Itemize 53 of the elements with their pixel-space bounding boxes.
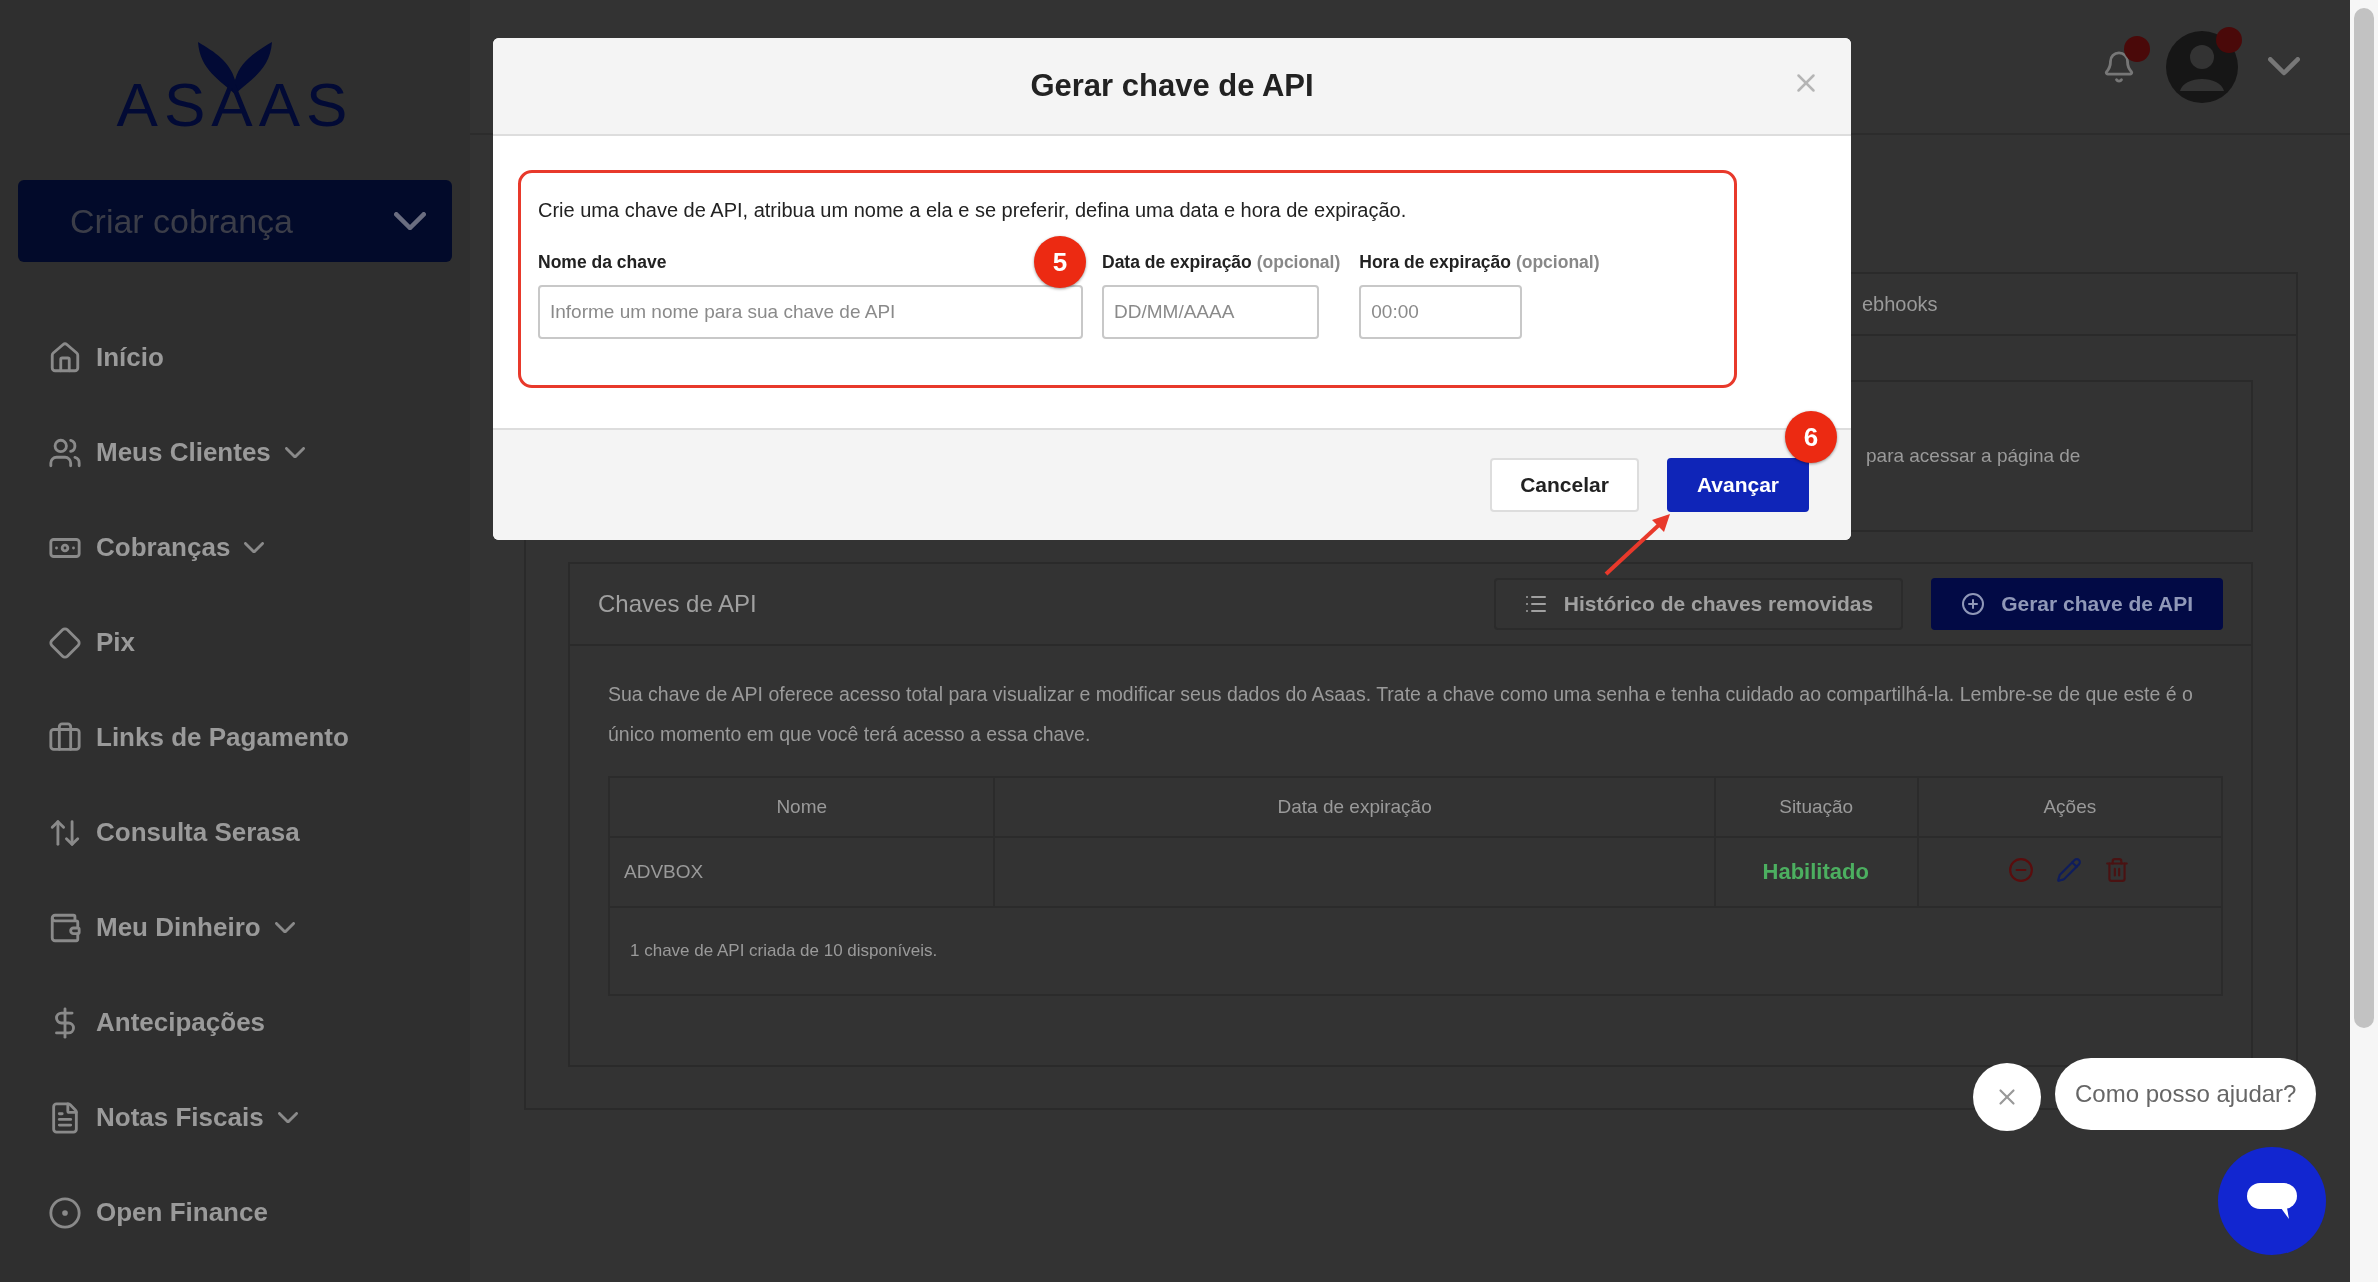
menu-item[interactable]: Consulta Serasa — [96, 817, 300, 848]
chevron-down-icon — [394, 211, 426, 231]
menu-item[interactable]: Início — [96, 342, 164, 373]
input-field[interactable]: DD/MM/AAAA — [1102, 285, 1319, 339]
edit-icon[interactable] — [2056, 856, 2083, 883]
table-cell: ADVBOX — [609, 837, 995, 907]
input-field[interactable]: Informe um nome para sua chave de API — [538, 285, 1083, 339]
avatar-icon[interactable] — [2166, 30, 2238, 103]
chevron-down-icon[interactable] — [2268, 57, 2300, 76]
menu-item-icon — [48, 625, 82, 660]
plus-icon — [1961, 592, 1986, 616]
column-header: Data de expiração — [994, 777, 1715, 837]
notification-dot — [2124, 35, 2150, 62]
chevron-down-icon — [284, 446, 305, 459]
field-label: Hora de expiração (opcional) — [1359, 252, 1600, 273]
trash-icon[interactable] — [2104, 856, 2131, 883]
cancel-button[interactable]: Cancelar — [1490, 458, 1639, 512]
card-title: Chaves de API — [598, 590, 758, 618]
column-header: Ações — [1917, 777, 2222, 837]
notice-text: para acessar a página de — [1866, 445, 2081, 467]
chat-bubble-icon — [2245, 1181, 2299, 1221]
notification-dot — [2216, 26, 2242, 53]
menu-item[interactable]: Pix — [96, 627, 136, 658]
footer-text: 1 chave de API criada de 10 disponíveis. — [630, 941, 938, 960]
intro-text: Crie uma chave de API, atribua um nome a ela e se preferir, defina uma data e hora de expiração. — [538, 199, 1408, 222]
bell-icon[interactable] — [2102, 49, 2136, 84]
menu-item-icon — [48, 1195, 82, 1230]
menu-item[interactable]: Open Finance — [96, 1197, 268, 1228]
column-header: Situação — [1714, 777, 1918, 837]
description-text: Sua chave de API oferece acesso total para visualizar e modificar seus dados do Asaas. Trate a chave como uma senha e tenha cuidado ao compartilhá-la. Lembre-se de que este é o único momento em que você terá acesso a essa chave. — [608, 682, 2194, 747]
history-button[interactable]: Histórico de chaves removidas — [1493, 578, 1904, 630]
tab[interactable]: ebhooks — [1862, 292, 1938, 316]
column-header: Nome — [609, 777, 995, 837]
arrow-annotation — [1604, 514, 1670, 576]
next-button[interactable]: Avançar — [1666, 458, 1809, 512]
chevron-down-icon — [244, 541, 265, 554]
chat-prompt: Como posso ajudar? — [2055, 1058, 2317, 1130]
menu-item[interactable]: Cobranças — [96, 532, 231, 563]
disable-icon[interactable] — [2008, 856, 2035, 883]
status-text: Habilitado — [1762, 859, 1869, 884]
menu-item[interactable]: Meu Dinheiro — [96, 912, 261, 943]
menu-item[interactable]: Notas Fiscais — [96, 1102, 264, 1133]
menu-item[interactable]: Meus Clientes — [96, 437, 271, 468]
input-field[interactable]: 00:00 — [1359, 285, 1523, 339]
generate-key-button[interactable]: Gerar chave de API — [1931, 578, 2223, 630]
modal-title: Gerar chave de API — [1030, 68, 1314, 104]
field-label: Data de expiração (opcional) — [1102, 252, 1341, 273]
chevron-down-icon — [277, 1111, 298, 1124]
field-label: Nome da chave — [538, 252, 667, 273]
menu-item[interactable]: Antecipações — [96, 1007, 266, 1038]
menu-item[interactable]: Links de Pagamento — [96, 722, 349, 753]
menu-item-icon — [48, 340, 82, 375]
chevron-down-icon — [274, 921, 295, 934]
